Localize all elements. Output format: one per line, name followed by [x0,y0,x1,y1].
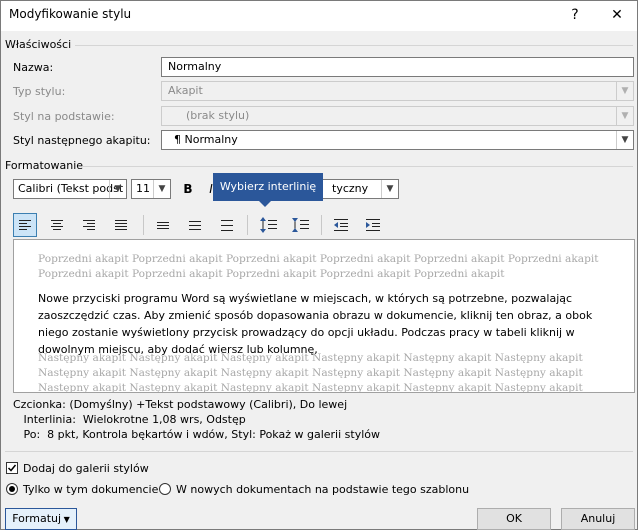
description-line: Po: 8 pkt, Kontrola bękartów i wdów, Sty… [13,428,381,441]
name-value: Normalny [168,60,222,73]
format-menu-button[interactable]: Formatuj ▼ [5,508,77,530]
preview-line: Nowe przyciski programu Word są wyświetl… [38,292,573,305]
font-color-value: tyczny [332,182,369,195]
only-this-document-label: Tylko w tym dokumencie [23,483,159,496]
one-half-spacing-icon [189,221,201,230]
style-type-dropdown[interactable]: Akapit ▼ [161,81,634,101]
modify-style-dialog: Modyfikowanie stylu ? ✕ Właściwości Nazw… [0,0,638,530]
style-type-label: Typ stylu: [13,85,66,98]
justify-button[interactable] [109,213,133,237]
increase-indent-icon [366,219,380,231]
next-paragraph-preview: Następny akapit Następny akapit Następny… [38,351,618,393]
preview-line: niego zostanie wyświetlony przycisk prow… [38,326,575,339]
based-on-dropdown[interactable]: (brak stylu) ▼ [161,106,634,126]
next-style-label: Styl następnego akapitu: [13,134,151,147]
font-dropdown[interactable]: Calibri (Tekst podst ▼ [13,179,127,199]
preview-line: Poprzedni akapit Poprzedni akapit Poprze… [38,268,505,280]
align-left-icon [19,220,31,230]
preview-line: Następny akapit Następny akapit Następny… [38,367,583,379]
align-right-icon [83,220,95,230]
properties-heading: Właściwości [5,38,72,51]
double-spacing-button[interactable] [215,213,239,237]
chevron-down-icon: ▼ [616,82,633,100]
add-to-gallery-checkbox[interactable] [6,462,18,474]
description-line: Interlinia: Wielokrotne 1,08 wrs, Odstęp [13,413,246,426]
dialog-title: Modyfikowanie stylu [9,7,132,21]
new-documents-label: W nowych dokumentach na podstawie tego s… [176,483,470,496]
font-size-dropdown[interactable]: 11 ▼ [131,179,171,199]
one-half-spacing-button[interactable] [183,213,207,237]
based-on-label: Styl na podstawie: [13,110,115,123]
preview-line: Następny akapit Następny akapit Następny… [38,352,583,364]
single-spacing-icon [157,222,169,229]
new-documents-radio[interactable] [159,483,171,495]
help-button[interactable]: ? [561,3,589,27]
increase-indent-button[interactable] [361,213,385,237]
line-spacing-tooltip: Wybierz interlinię [213,173,323,201]
font-value: Calibri (Tekst podst [18,182,124,195]
close-button[interactable]: ✕ [603,3,631,27]
decrease-indent-button[interactable] [329,213,353,237]
single-spacing-button[interactable] [151,213,175,237]
align-right-button[interactable] [77,213,101,237]
justify-icon [115,220,127,230]
chevron-down-icon: ▼ [616,107,633,125]
format-button-label: Formatuj [12,512,62,525]
name-input[interactable]: Normalny [161,57,634,77]
increase-spacing-button[interactable] [257,213,281,237]
chevron-down-icon: ▼ [381,180,398,198]
preview-line: Poprzedni akapit Poprzedni akapit Poprze… [38,253,599,265]
title-bar: Modyfikowanie stylu ? ✕ [1,1,637,31]
previous-paragraph-preview: Poprzedni akapit Poprzedni akapit Poprze… [38,252,618,282]
chevron-down-icon: ▼ [61,515,70,524]
ok-button[interactable]: OK [477,508,551,530]
style-type-value: Akapit [168,84,203,97]
preview-line: zaoszczędzić czas. Aby zmienić sposób do… [38,309,593,322]
tooltip-pointer [259,201,271,207]
style-description: Czcionka: (Domyślny) +Tekst podstawowy (… [13,397,623,442]
properties-divider [75,45,633,46]
align-center-icon [51,220,63,230]
toolbar-separator [143,215,144,235]
decrease-indent-icon [334,219,348,231]
align-center-button[interactable] [45,213,69,237]
double-spacing-icon [221,220,233,231]
current-paragraph-preview: Nowe przyciski programu Word są wyświetl… [38,290,598,358]
next-style-value: ¶ Normalny [174,133,238,146]
options-divider [5,451,633,452]
chevron-down-icon: ▼ [153,180,170,198]
bold-button[interactable]: B [177,178,199,200]
style-preview: Poprzedni akapit Poprzedni akapit Poprze… [13,239,635,393]
formatting-heading: Formatowanie [5,159,84,172]
preview-line: Następny akapit Następny akapit Następny… [38,382,583,393]
font-size-value: 11 [136,182,150,195]
align-left-button[interactable] [13,213,37,237]
toolbar-separator [247,215,248,235]
checkmark-icon [7,464,17,472]
formatting-divider [83,166,633,167]
chevron-down-icon: ▼ [616,131,633,149]
name-label: Nazwa: [13,61,54,74]
cancel-button[interactable]: Anuluj [561,508,635,530]
line-spacing-up-icon [260,217,277,233]
line-spacing-down-icon [292,218,309,232]
description-line: Czcionka: (Domyślny) +Tekst podstawowy (… [13,398,348,411]
based-on-value: (brak stylu) [186,109,250,122]
chevron-down-icon: ▼ [109,180,126,198]
only-this-document-radio[interactable] [6,483,18,495]
add-to-gallery-label: Dodaj do galerii stylów [23,462,149,475]
next-style-dropdown[interactable]: ¶ Normalny ▼ [161,130,634,150]
toolbar-separator [321,215,322,235]
decrease-spacing-button[interactable] [289,213,313,237]
radio-selected-dot [9,486,15,492]
